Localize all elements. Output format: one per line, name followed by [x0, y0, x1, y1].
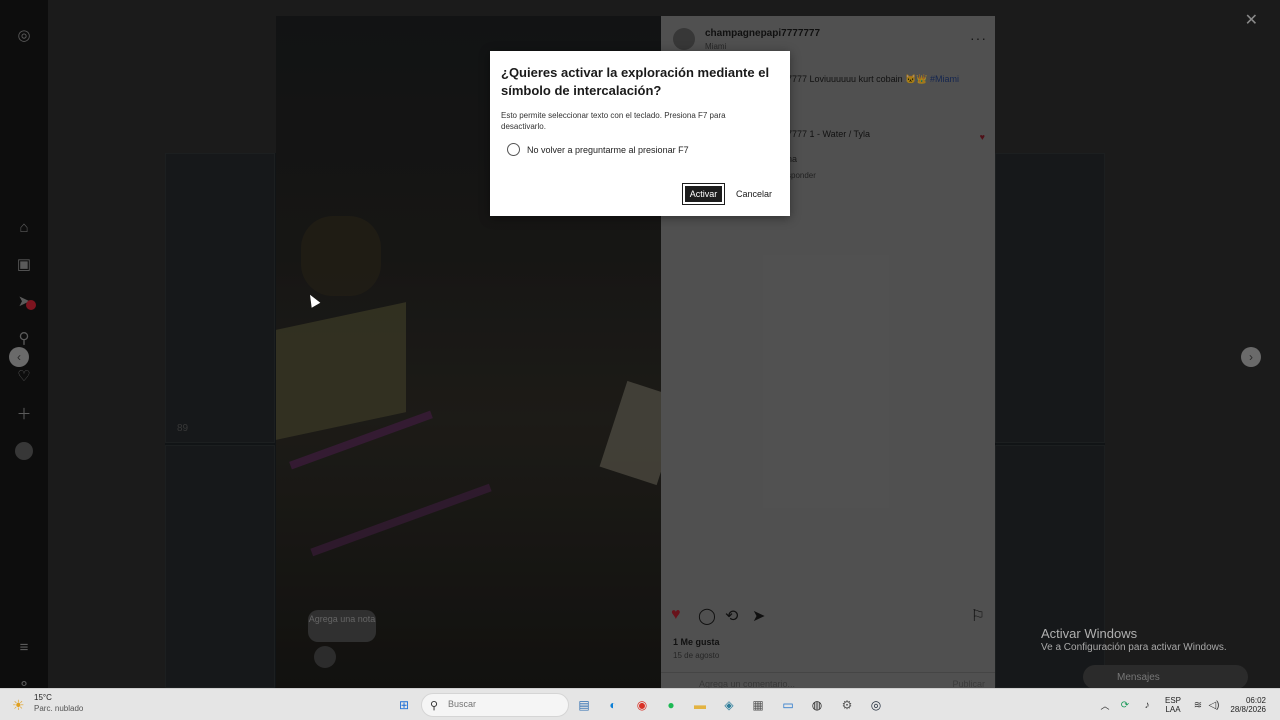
windows-taskbar: ☀ 15°C Parc. nublado ⊞ ⚲ ▤ ◐ ◉ ● ▬ ◈ ▦ ▭… — [0, 688, 1280, 720]
search-icon: ⚲ — [430, 700, 439, 712]
clock-time: 06:02 — [1245, 696, 1266, 705]
caret-browsing-dialog: ¿Quieres activar la exploración mediante… — [490, 51, 790, 216]
weather-widget[interactable]: ☀ 15°C Parc. nublado — [12, 693, 83, 713]
weather-condition: Parc. nublado — [34, 704, 84, 713]
language-top: ESP — [1164, 696, 1181, 705]
dont-ask-again-checkbox[interactable] — [507, 143, 520, 156]
taskbar-search-input[interactable] — [448, 699, 548, 709]
next-arrow-icon[interactable]: › — [1241, 347, 1261, 367]
dialog-title: ¿Quieres activar la exploración mediante… — [501, 65, 770, 98]
cancel-button[interactable]: Cancelar — [734, 184, 774, 204]
activate-button[interactable]: Activar — [682, 183, 725, 205]
activation-watermark-title: Activar Windows — [1041, 626, 1138, 641]
calculator-icon[interactable]: ▦ — [749, 696, 767, 714]
taskbar-search[interactable]: ⚲ — [421, 693, 569, 717]
task-view-icon[interactable]: ▤ — [575, 696, 593, 714]
language-indicator[interactable]: ESP LAA — [1160, 689, 1186, 720]
weather-temp: 15°C — [34, 693, 52, 702]
partly-cloudy-icon: ☀ — [12, 697, 25, 713]
clock[interactable]: 06:02 28/8/2026 — [1226, 689, 1266, 720]
spotify-icon[interactable]: ● — [662, 696, 680, 714]
clock-date: 28/8/2026 — [1230, 705, 1266, 714]
close-icon[interactable]: ✕ — [1245, 10, 1258, 30]
file-explorer-icon[interactable]: ▬ — [691, 696, 709, 714]
settings-gear-icon[interactable]: ⚙ — [838, 696, 856, 714]
messages-label: Mensajes — [1117, 672, 1160, 683]
volume-icon[interactable]: ◁) — [1205, 696, 1223, 714]
previous-arrow-icon[interactable]: ‹ — [9, 347, 29, 367]
dialog-description: Esto permite seleccionar texto con el te… — [501, 111, 726, 131]
messages-pill[interactable]: Mensajes — [1083, 665, 1248, 689]
window-app-icon[interactable]: ▭ — [779, 696, 797, 714]
chrome-icon[interactable]: ◉ — [633, 696, 651, 714]
sync-icon[interactable]: ⟳ — [1116, 696, 1134, 714]
dont-ask-again-option[interactable]: No volver a preguntarme al presionar F7 — [507, 143, 689, 156]
obs-icon[interactable]: ◍ — [808, 696, 826, 714]
activation-watermark-subtitle: Ve a Configuración para activar Windows. — [1041, 642, 1227, 653]
start-windows-icon[interactable]: ⊞ — [395, 696, 413, 714]
steam-icon[interactable]: ◎ — [867, 696, 885, 714]
edge-icon[interactable]: ◐ — [604, 696, 622, 714]
app-icon[interactable]: ◈ — [720, 696, 738, 714]
language-bottom: LAA — [1165, 705, 1181, 714]
microphone-icon[interactable]: ♪ — [1138, 696, 1156, 714]
dont-ask-again-label[interactable]: No volver a preguntarme al presionar F7 — [527, 145, 689, 155]
tray-chevron-up-icon[interactable]: ︿ — [1096, 696, 1114, 714]
